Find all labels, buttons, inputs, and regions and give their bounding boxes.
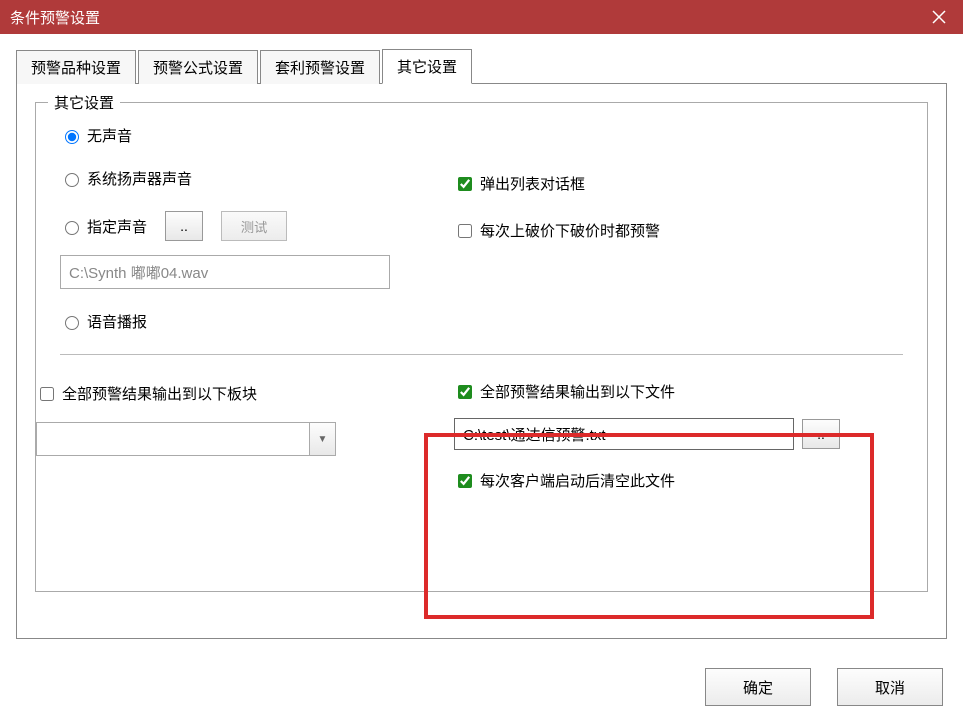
cancel-button[interactable]: 取消 [837, 668, 943, 706]
tab-other[interactable]: 其它设置 [382, 49, 472, 84]
close-icon [932, 10, 946, 24]
check-output-to-file-label: 全部预警结果输出到以下文件 [480, 381, 675, 402]
chevron-down-icon: ▼ [309, 423, 335, 455]
tab-strip: 预警品种设置 预警公式设置 套利预警设置 其它设置 [16, 48, 947, 83]
groupbox-other: 其它设置 无声音 系统扬声器声音 指定声音 .. 测试 [35, 102, 928, 592]
block-combo-value [37, 423, 309, 455]
groupbox-title: 其它设置 [48, 92, 120, 113]
check-every-break[interactable] [458, 224, 472, 238]
radio-tts[interactable] [65, 316, 79, 330]
radio-no-sound-label: 无声音 [87, 125, 132, 146]
right-options: 弹出列表对话框 每次上破价下破价时都预警 [454, 173, 884, 267]
ok-button[interactable]: 确定 [705, 668, 811, 706]
output-block-left: 全部预警结果输出到以下板块 ▼ [36, 383, 416, 474]
check-output-to-file[interactable] [458, 385, 472, 399]
block-combo[interactable]: ▼ [36, 422, 336, 456]
horizontal-divider [60, 354, 903, 355]
radio-specify-sound-label: 指定声音 [87, 216, 147, 237]
tab-panel-other: 其它设置 无声音 系统扬声器声音 指定声音 .. 测试 [16, 83, 947, 639]
radio-no-sound[interactable] [65, 130, 79, 144]
titlebar: 条件预警设置 [0, 0, 963, 34]
close-button[interactable] [915, 0, 963, 34]
tab-formula[interactable]: 预警公式设置 [138, 50, 258, 84]
check-output-to-block[interactable] [40, 387, 54, 401]
radio-specify-sound[interactable] [65, 221, 79, 235]
browse-sound-button[interactable]: .. [165, 211, 203, 241]
test-sound-button[interactable]: 测试 [221, 211, 287, 241]
tab-product[interactable]: 预警品种设置 [16, 50, 136, 84]
radio-tts-label: 语音播报 [87, 311, 147, 332]
highlight-annotation [424, 433, 874, 619]
tab-arbitrage[interactable]: 套利预警设置 [260, 50, 380, 84]
sound-path-input[interactable] [60, 255, 390, 289]
dialog-footer: 确定 取消 [705, 668, 943, 706]
radio-system-sound-label: 系统扬声器声音 [87, 168, 192, 189]
window-title: 条件预警设置 [10, 7, 100, 28]
check-output-to-block-label: 全部预警结果输出到以下板块 [62, 383, 257, 404]
check-every-break-label: 每次上破价下破价时都预警 [480, 220, 660, 241]
check-popup[interactable] [458, 177, 472, 191]
radio-system-sound[interactable] [65, 173, 79, 187]
check-popup-label: 弹出列表对话框 [480, 173, 585, 194]
